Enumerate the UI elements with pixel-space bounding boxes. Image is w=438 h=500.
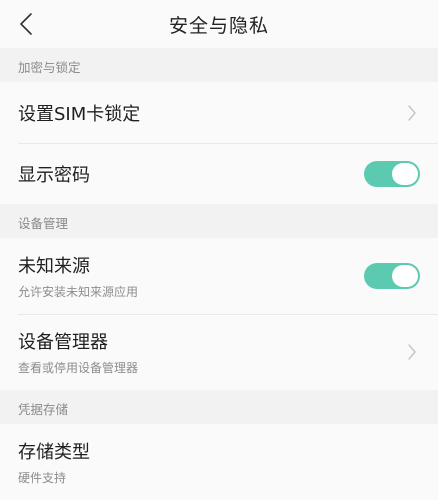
unknown-sources-toggle[interactable]: [364, 263, 420, 289]
setting-subtitle: 查看或停用设备管理器: [18, 361, 139, 375]
group-credential-storage: 存储类型 硬件支持: [0, 424, 438, 500]
chevron-right-icon: [404, 104, 420, 122]
back-button[interactable]: [12, 10, 40, 38]
setting-subtitle: 允许安装未知来源应用: [18, 285, 139, 299]
app-header: 安全与隐私: [0, 0, 438, 48]
chevron-right-icon: [404, 343, 420, 361]
toggle-knob: [392, 265, 418, 287]
show-password-toggle[interactable]: [364, 160, 420, 187]
setting-unknown-sources: 未知来源 允许安装未知来源应用: [0, 238, 438, 314]
section-label-encryption: 加密与锁定: [0, 48, 438, 82]
setting-subtitle: 硬件支持: [18, 471, 67, 485]
setting-title: 设置SIM卡锁定: [18, 103, 141, 125]
page-title: 安全与隐私: [168, 14, 269, 37]
setting-title: 显示密码: [18, 164, 90, 186]
setting-title: 存储类型: [18, 442, 90, 463]
setting-show-password: 显示密码: [0, 143, 438, 204]
setting-title: 未知来源: [18, 256, 90, 277]
toggle-knob: [392, 162, 418, 185]
section-label-credential-storage: 凭据存储: [0, 390, 438, 424]
setting-storage-type[interactable]: 存储类型 硬件支持: [0, 424, 438, 500]
setting-sim-lock[interactable]: 设置SIM卡锁定: [0, 82, 438, 143]
setting-title: 设备管理器: [18, 332, 108, 353]
group-device-management: 未知来源 允许安装未知来源应用 设备管理器 查看或停用设备管理器: [0, 238, 438, 390]
chevron-left-icon: [20, 13, 32, 35]
section-label-device-management: 设备管理: [0, 204, 438, 238]
group-encryption: 设置SIM卡锁定 显示密码: [0, 82, 438, 204]
setting-device-admin[interactable]: 设备管理器 查看或停用设备管理器: [0, 314, 438, 390]
